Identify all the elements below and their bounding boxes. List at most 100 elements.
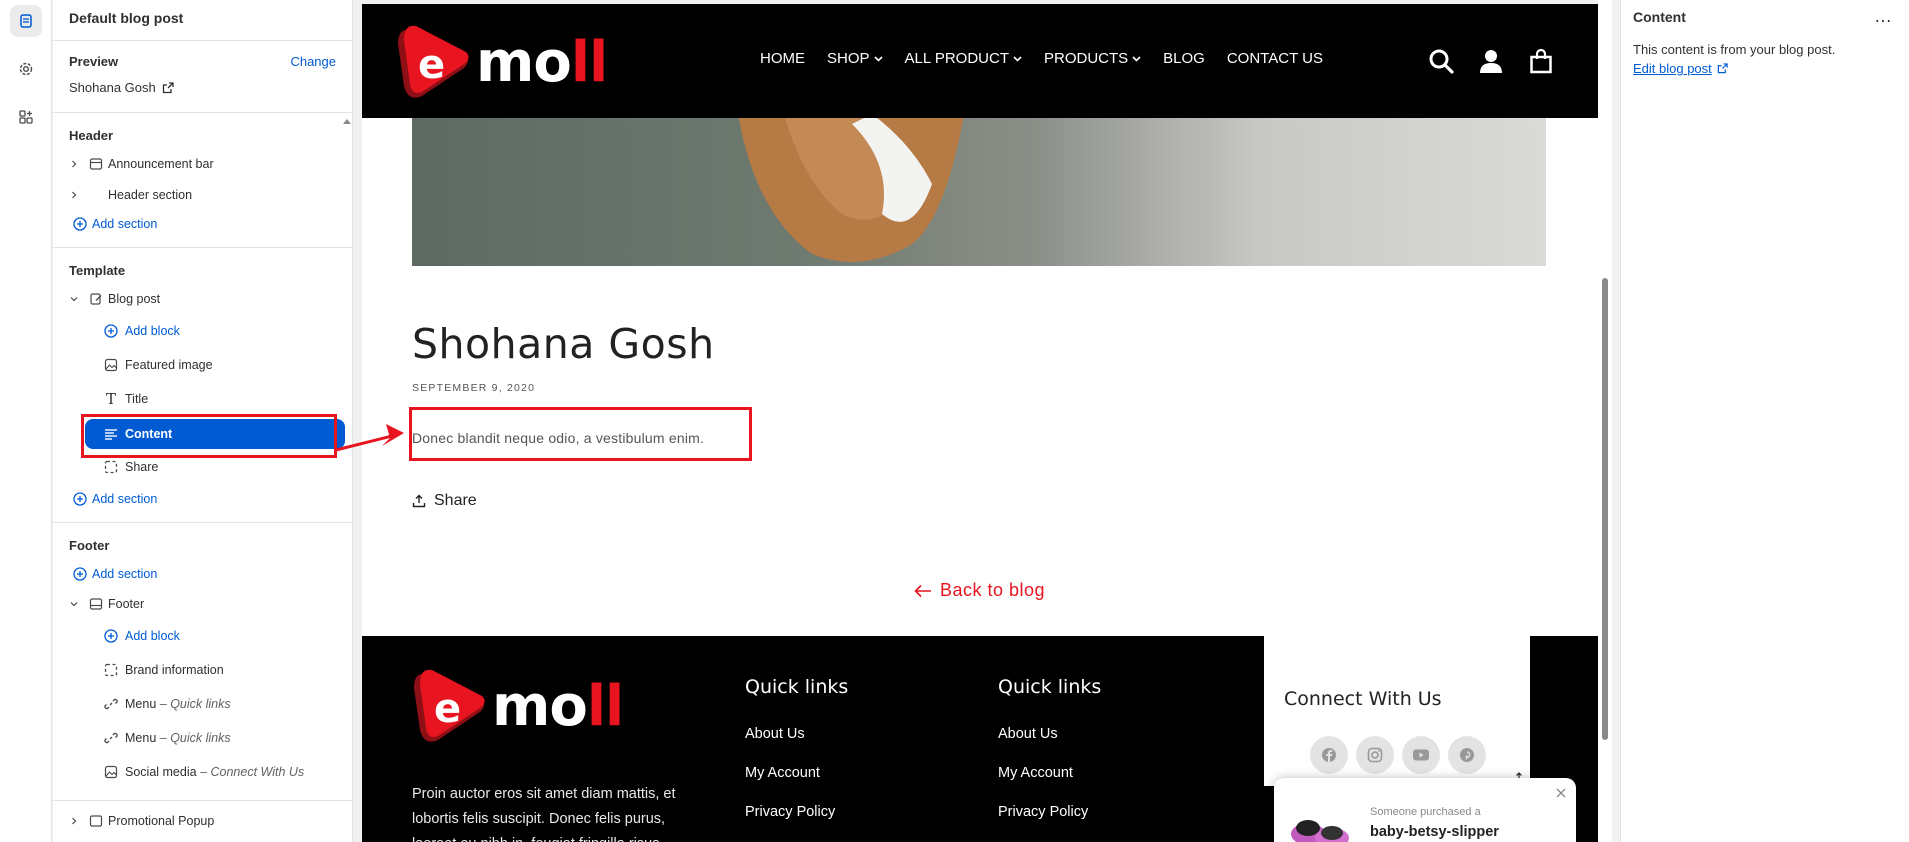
nav-products[interactable]: PRODUCTS [1044,50,1141,67]
add-block-label: Add block [125,324,180,338]
plus-circle-icon [72,491,88,507]
add-section-label: Add section [92,492,158,506]
template-group-label: Template [69,263,126,278]
post-title: Shohana Gosh [412,320,715,368]
chevron-right-icon[interactable] [69,190,79,200]
sidebar-item-label: Promotional Popup [108,814,215,828]
share-button[interactable]: Share [412,492,477,510]
footer-link-privacy-policy[interactable]: Privacy Policy [745,804,835,820]
sidebar-item-label: Brand information [125,663,224,677]
sidebar-item-label: Title [125,392,149,406]
logo-text-red: ll [586,673,624,739]
sidebar-item-announcement-bar[interactable]: Announcement bar [53,150,343,178]
chevron-down-icon [1013,55,1022,62]
text-icon: T [105,390,116,408]
purchase-product: baby-betsy-slipper [1370,824,1499,840]
template-title: Default blog post [69,10,184,26]
add-section-footer-button[interactable]: Add section [53,560,343,588]
sidebar-item-label: Blog post [108,292,161,306]
nav-label: SHOP [827,50,870,67]
nav-all-product[interactable]: ALL PRODUCT [905,50,1022,67]
change-preview-button[interactable]: Change [290,54,336,69]
footer-logo[interactable]: e moll [408,666,624,746]
edit-blog-post-link[interactable]: Edit blog post [1633,61,1728,76]
image-icon [103,764,119,780]
dashed-box-icon [103,459,119,475]
divider [53,112,352,113]
logo-text-white: mo [476,29,572,95]
chevron-down-icon[interactable] [69,599,79,609]
apps-icon[interactable] [10,101,42,133]
header-group-label: Header [69,128,114,143]
youtube-icon[interactable] [1402,736,1440,774]
panel-title: Content [1633,9,1686,25]
sidebar-item-label: Social media [125,765,197,779]
footer-link-privacy-policy[interactable]: Privacy Policy [998,804,1088,820]
add-section-label: Add section [92,217,158,231]
scrollbar-thumb[interactable] [1602,278,1608,740]
footer-link-about-us[interactable]: About Us [998,726,1058,742]
dash-separator: – [159,697,167,711]
external-link-icon [162,81,174,93]
recent-purchase-popup[interactable]: Someone purchased a baby-betsy-slipper [1274,778,1576,842]
add-block-label: Add block [125,629,180,643]
footer-link-about-us[interactable]: About Us [745,726,805,742]
sidebar-item-blog-post[interactable]: Blog post [53,285,343,313]
footer-link-my-account[interactable]: My Account [998,765,1073,781]
add-block-template-button[interactable]: Add block [53,317,343,345]
nav-label: PRODUCTS [1043,50,1129,67]
divider [53,40,352,41]
sidebar-item-footer[interactable]: Footer [53,590,343,618]
sidebar-item-menu-2[interactable]: Menu – Quick links [53,724,343,752]
chevron-down-icon[interactable] [69,294,79,304]
sidebar-item-sublabel: Quick links [170,697,231,711]
sidebar-scroll-up-icon[interactable] [342,116,352,126]
site-header: e moll HOME SHOP ALL PRODUCT PRODUCTS BL… [362,4,1598,118]
sections-icon[interactable] [10,5,42,37]
sidebar-item-label: Header section [108,188,193,202]
search-icon[interactable] [1426,46,1456,76]
preview-value[interactable]: Shohana Gosh [69,80,174,95]
preview-scrollbar[interactable] [1598,0,1612,842]
sidebar-item-promotional-popup[interactable]: Promotional Popup [53,807,343,835]
add-block-footer-button[interactable]: Add block [53,622,343,650]
chevron-right-icon[interactable] [69,159,79,169]
facebook-icon[interactable] [1310,736,1348,774]
plus-circle-icon [103,628,119,644]
cart-icon[interactable] [1526,46,1556,76]
add-section-template-button[interactable]: Add section [53,485,343,513]
nav-contact-us[interactable]: CONTACT US [1227,50,1323,67]
sidebar-item-title[interactable]: T Title [53,385,343,413]
sidebar-item-header-section[interactable]: Header section [53,181,343,209]
sidebar-item-featured-image[interactable]: Featured image [53,351,343,379]
dashed-box-icon [103,662,119,678]
nav-home[interactable]: HOME [760,50,805,67]
nav-shop[interactable]: SHOP [827,50,883,67]
more-options-icon[interactable]: … [1874,6,1893,27]
chevron-right-icon[interactable] [69,816,79,826]
site-logo[interactable]: e moll [392,22,608,102]
back-to-blog-link[interactable]: Back to blog [914,580,1045,601]
sidebar-item-sublabel: Connect With Us [210,765,305,779]
sidebar-item-label: Share [125,460,159,474]
nav-label: BLOG [1163,50,1205,67]
plus-circle-icon [103,323,119,339]
instagram-icon[interactable] [1356,736,1394,774]
footer-link-my-account[interactable]: My Account [745,765,820,781]
plus-circle-icon [72,566,88,582]
pinterest-icon[interactable] [1448,736,1486,774]
chevron-down-icon [1132,55,1141,62]
nav-blog[interactable]: BLOG [1163,50,1205,67]
sidebar-item-brand-information[interactable]: Brand information [53,656,343,684]
link-icon [103,730,119,746]
quick-links-heading-1: Quick links [745,676,849,698]
sidebar-item-menu-1[interactable]: Menu – Quick links [53,690,343,718]
logo-text-red: ll [570,29,608,95]
nav-label: CONTACT US [1226,50,1323,67]
add-section-header-button[interactable]: Add section [53,210,343,238]
plus-circle-icon [72,216,88,232]
close-icon[interactable] [1556,788,1566,798]
account-icon[interactable] [1476,46,1506,76]
sidebar-item-social-media[interactable]: Social media – Connect With Us [53,758,343,786]
settings-gear-icon[interactable] [10,53,42,85]
